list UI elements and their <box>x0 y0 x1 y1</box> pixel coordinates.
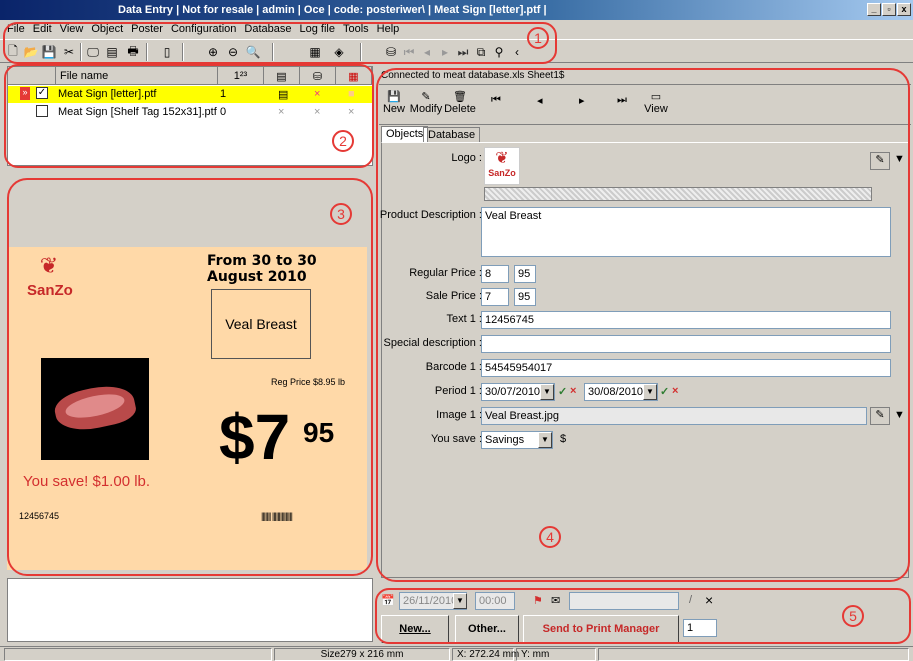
status-bar: Size279 x 216 mm X: 272.24 mm Y: mm <box>0 646 913 661</box>
callout-3: 3 <box>330 203 352 225</box>
window-title: Data Entry | Not for resale | admin | Oc… <box>118 4 547 16</box>
callout-2: 2 <box>332 130 354 152</box>
callout-frame-data-entry <box>376 68 910 582</box>
callout-1: 1 <box>527 27 549 49</box>
callout-4: 4 <box>539 526 561 548</box>
y-coordinate: Y: mm <box>516 648 596 661</box>
callout-frame-toolbar <box>3 22 557 64</box>
callout-frame-preview <box>7 178 373 576</box>
x-coordinate: X: 272.24 mm <box>452 648 519 661</box>
minimize-button[interactable]: _ <box>867 3 881 16</box>
title-bar: Data Entry | Not for resale | admin | Oc… <box>0 0 913 20</box>
callout-5: 5 <box>842 605 864 627</box>
notes-pane <box>7 578 373 642</box>
close-button[interactable]: x <box>897 3 911 16</box>
page-size: Size279 x 216 mm <box>274 648 450 661</box>
callout-frame-print <box>375 588 911 644</box>
maximize-button[interactable]: ▫ <box>882 3 896 16</box>
callout-frame-file-list <box>4 64 374 168</box>
